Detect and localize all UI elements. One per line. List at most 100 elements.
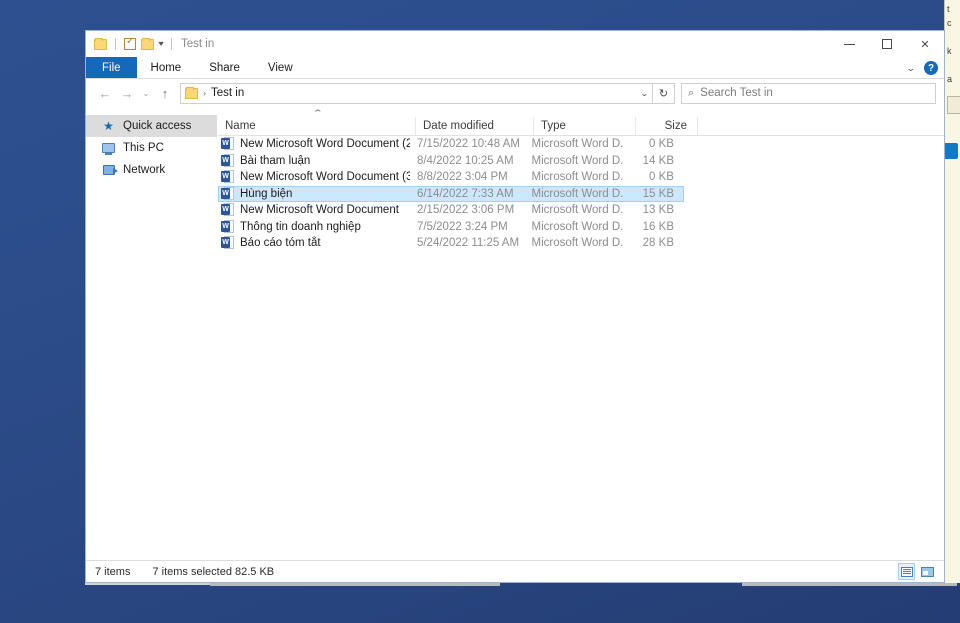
side-panel-line-4: a [947,74,953,84]
table-row[interactable]: W New Microsoft Word Document (2) 7/15/202… [218,136,684,153]
cell-name: W Bài tham luận [218,153,410,168]
side-panel-line-2: c [947,18,952,28]
sort-indicator-strip: ⌃ [218,107,944,118]
table-row[interactable]: W Hùng biện 6/14/2022 7:33 AM Microsoft Wor… [218,185,684,202]
minimize-icon [843,43,855,45]
table-row[interactable]: W New Microsoft Word Document (3) 8/8/2022… [218,169,684,186]
word-document-icon: W [221,219,234,234]
column-header-type[interactable]: Type [534,117,636,135]
column-header-name[interactable]: Name [218,117,416,135]
word-document-icon: W [221,153,234,168]
pin-icon: ★ [103,119,114,133]
side-panel-button[interactable] [947,96,960,114]
details-view-icon [900,566,913,577]
cell-type: Microsoft Word D... [531,204,624,217]
side-panel-accent-marker [944,143,958,159]
close-icon: ✕ [920,38,930,51]
file-list-empty-area[interactable] [218,252,944,561]
properties-folder-icon[interactable] [94,37,107,50]
cell-name: W New Microsoft Word Document (2) [218,137,410,151]
window-body: ★ Quick access This PC Network ⌃ Name Da… [86,107,944,560]
cell-name: W New Microsoft Word Document (3) [218,170,410,184]
tab-view[interactable]: View [254,57,307,78]
address-dropdown-chevron-down-icon[interactable]: ⌄ [640,89,649,98]
cell-size: 0 KB [649,138,674,151]
expand-ribbon-chevron-down-icon[interactable]: ⌄ [906,63,916,74]
folder-icon[interactable] [141,37,154,50]
column-header-size[interactable]: Size [636,117,698,135]
large-icons-view-icon [921,566,934,577]
sidebar-item-quick-access[interactable]: ★ Quick access [86,115,217,137]
up-button[interactable]: ↑ [154,82,176,104]
search-input[interactable]: Search Test in [700,87,773,99]
cell-date-modified: 6/14/2022 7:33 AM [416,187,514,200]
recent-locations-chevron-down-icon[interactable]: ⌄ [138,82,154,104]
cell-size: 16 KB [642,220,674,233]
cell-type: Microsoft Word D... [531,154,624,167]
network-icon [101,163,118,177]
sidebar-item-label: Network [123,164,166,176]
sidebar-item-this-pc[interactable]: This PC [86,137,217,159]
title-bar[interactable]: ▾ Test in ✕ [86,31,944,57]
word-document-icon: W [221,186,234,201]
breadcrumb-folder-icon [185,86,198,99]
file-list: W New Microsoft Word Document (2) 7/15/202… [218,136,684,252]
back-button[interactable]: ← [94,82,116,104]
file-name-label: Thông tin doanh nghiệp [240,220,361,233]
breadcrumb-separator-icon: › [203,88,206,98]
cell-size: 14 KB [642,154,674,167]
refresh-button[interactable]: ↻ [653,82,675,104]
close-button[interactable]: ✕ [906,31,944,57]
help-icon[interactable]: ? [924,61,938,75]
tab-share[interactable]: Share [195,57,254,78]
side-panel-gap-2 [947,58,960,72]
cell-date-modified: 2/15/2022 3:06 PM [416,204,515,217]
table-row[interactable]: W New Microsoft Word Document 2/15/2022 3:… [218,202,684,219]
address-bar[interactable]: › Test in ⌄ [180,82,653,104]
tab-home[interactable]: Home [137,57,196,78]
maximize-button[interactable] [868,31,906,57]
search-icon: ⌕ [688,86,695,99]
new-folder-checkbox-icon[interactable] [124,36,136,50]
cell-name: W Báo cáo tóm tắt [218,236,410,250]
column-header-date-modified[interactable]: Date modified [416,117,534,135]
qat-divider-2 [171,38,173,50]
large-icons-view-button[interactable] [919,563,936,580]
sidebar-item-label: This PC [123,142,164,154]
word-document-icon: W [221,170,234,184]
details-view-button[interactable] [898,563,915,580]
customize-qat-caret-icon[interactable]: ▾ [158,40,164,48]
table-row[interactable]: W Bài tham luận 8/4/2022 10:25 AM Microsoft… [218,153,684,170]
cell-size: 15 KB [642,187,674,200]
cell-name: W Hùng biện [218,186,410,201]
breadcrumb: › Test in [185,86,244,99]
cell-name: W Thông tin doanh nghiệp [218,219,410,234]
table-row[interactable]: W Báo cáo tóm tắt 5/24/2022 11:25 AM Micros… [218,235,684,252]
table-row[interactable]: W Thông tin doanh nghiệp 7/5/2022 3:24 PM M… [218,219,684,236]
cell-date-modified: 8/8/2022 3:04 PM [416,171,508,184]
search-box[interactable]: ⌕ Search Test in [681,82,936,104]
sidebar-item-label: Quick access [123,120,192,132]
file-name-label: Báo cáo tóm tắt [240,237,321,250]
maximize-icon [882,39,892,49]
tab-file[interactable]: File [86,57,137,78]
sidebar-item-network[interactable]: Network [86,159,217,181]
minimize-button[interactable] [830,31,868,57]
cell-date-modified: 7/15/2022 10:48 AM [416,138,520,151]
word-document-icon: W [221,236,234,250]
file-name-label: New Microsoft Word Document (2) [240,138,410,151]
side-panel-line-3: k [947,46,952,56]
window-controls: ✕ [830,31,944,57]
side-panel-gap-1 [947,30,960,44]
status-selection-info: 7 items selected 82.5 KB [152,565,275,578]
breadcrumb-item-test-in[interactable]: Test in [211,87,244,99]
background-side-panel[interactable]: t c k a [944,0,960,583]
qat-divider-1 [115,38,116,50]
sort-ascending-caret-icon: ⌃ [312,108,324,118]
file-name-label: New Microsoft Word Document [240,204,399,217]
column-headers: Name Date modified Type Size [218,117,944,136]
navigation-pane: ★ Quick access This PC Network [86,107,217,560]
window-title: Test in [181,38,215,50]
forward-button[interactable]: → [116,82,138,104]
cell-size: 13 KB [642,204,674,217]
